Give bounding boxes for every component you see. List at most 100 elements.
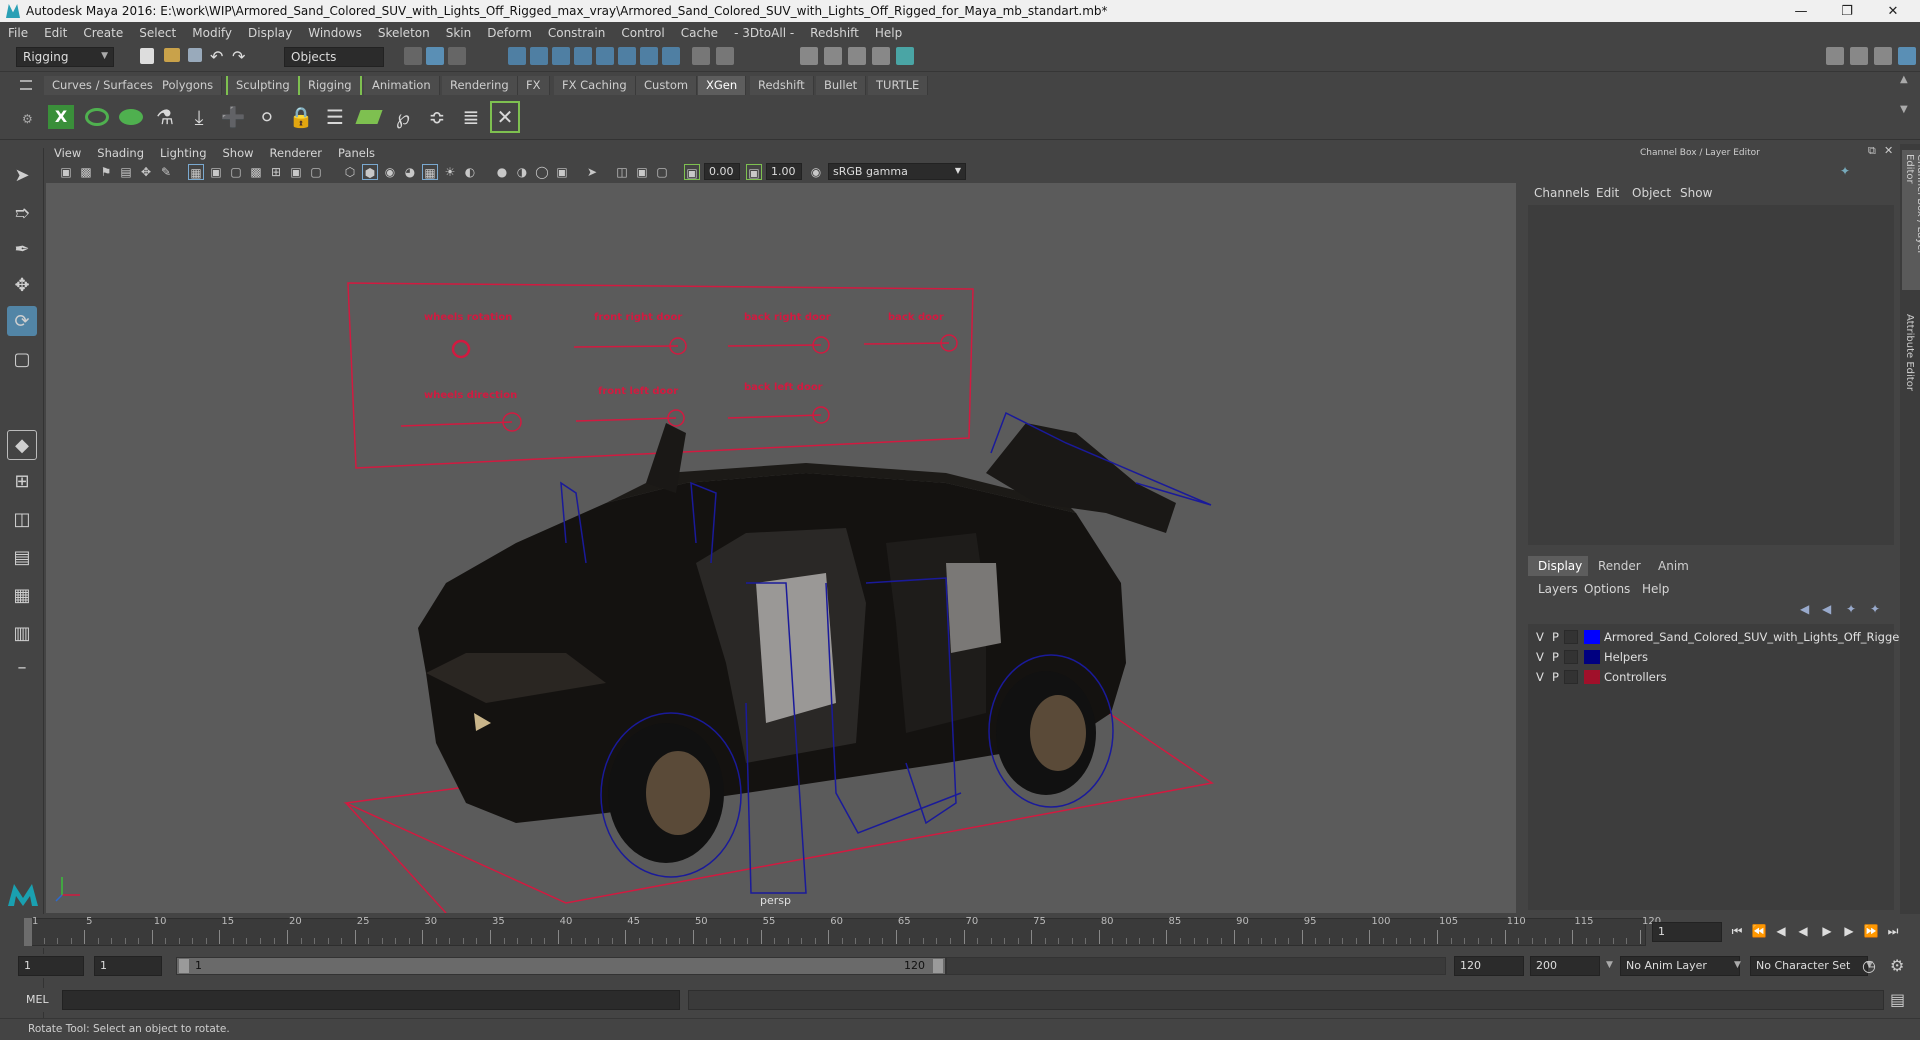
new-scene-icon[interactable] <box>140 48 154 64</box>
history-icon[interactable] <box>716 47 734 65</box>
layer-menu-help[interactable]: Help <box>1642 582 1669 596</box>
bookmark-icon[interactable]: ⚑ <box>98 164 114 180</box>
use-all-lights-icon[interactable]: ☀ <box>442 164 458 180</box>
script-editor-icon[interactable]: ▤ <box>1890 990 1905 1009</box>
exposure-icon[interactable]: ▣ <box>684 164 700 180</box>
step-forward-key-icon[interactable]: ⏩ <box>1862 922 1880 940</box>
xgen-place-guide-icon[interactable]: ➕ <box>218 101 248 133</box>
shelf-tab-rendering[interactable]: Rendering <box>442 76 518 95</box>
range-track[interactable] <box>946 957 1446 975</box>
xgen-lock-guide-icon[interactable]: 🔒 <box>286 101 316 133</box>
menu-control[interactable]: Control <box>613 26 672 40</box>
range-end-handle[interactable] <box>933 959 943 973</box>
shelf-tab-fx-caching[interactable]: FX Caching <box>554 76 636 95</box>
xray-joints-icon[interactable]: ▣ <box>634 164 650 180</box>
film-gate-icon[interactable]: ▣ <box>208 164 224 180</box>
layer-visibility-toggle[interactable]: V <box>1536 630 1544 644</box>
layer-color-swatch[interactable] <box>1584 650 1600 664</box>
channel-menu-object[interactable]: Object <box>1632 186 1671 200</box>
redo-icon[interactable]: ↷ <box>232 47 250 66</box>
xgen-groom-icon[interactable]: ℘ <box>388 101 418 133</box>
shelf-tab-sculpting[interactable]: Sculpting <box>226 76 299 95</box>
anim-layer-dropdown[interactable]: No Anim Layer <box>1620 956 1740 976</box>
channel-menu-channels[interactable]: Channels <box>1534 186 1590 200</box>
field-chart-icon[interactable]: ⊞ <box>268 164 284 180</box>
menu-windows[interactable]: Windows <box>300 26 370 40</box>
xray-components-icon[interactable]: ▢ <box>654 164 670 180</box>
playback-start-field[interactable]: 1 <box>94 956 162 976</box>
new-empty-layer-icon[interactable]: ✦ <box>1846 602 1856 616</box>
select-object-icon[interactable] <box>426 47 444 65</box>
step-back-key-icon[interactable]: ⏪ <box>1750 922 1768 940</box>
float-panel-icon[interactable]: ⧉ <box>1868 144 1876 158</box>
shelf-scroll-down-icon[interactable]: ▼ <box>1900 104 1908 115</box>
view-transform-dropdown[interactable]: sRGB gamma ▼ <box>828 163 966 180</box>
channel-menu-show[interactable]: Show <box>1680 186 1712 200</box>
menu-select[interactable]: Select <box>131 26 184 40</box>
panel-menu-view[interactable]: View <box>46 146 89 160</box>
restore-button[interactable]: ❐ <box>1824 0 1870 22</box>
layer-type-toggle[interactable] <box>1564 630 1578 644</box>
layer-visibility-toggle[interactable]: V <box>1536 670 1544 684</box>
minimize-button[interactable]: — <box>1778 0 1824 22</box>
resolution-gate-icon[interactable]: ▢ <box>228 164 244 180</box>
xgen-density-icon[interactable] <box>354 101 384 133</box>
gamma-field[interactable]: 1.00 <box>766 163 802 180</box>
menu-edit[interactable]: Edit <box>36 26 75 40</box>
safe-title-icon[interactable]: ▢ <box>308 164 324 180</box>
go-to-start-icon[interactable]: ⏮ <box>1728 922 1746 940</box>
auto-key-icon[interactable]: ◷ <box>1862 956 1876 975</box>
wireframe-on-shaded-icon[interactable]: ◕ <box>402 164 418 180</box>
gamma-icon[interactable]: ▣ <box>746 164 762 180</box>
shelf-tab-xgen[interactable]: XGen <box>698 76 747 95</box>
xgen-guides-icon[interactable]: ⚗ <box>150 101 180 133</box>
paint-select-tool-icon[interactable]: ✒ <box>7 234 37 264</box>
snap-surface-icon[interactable] <box>618 47 636 65</box>
panel-menu-panels[interactable]: Panels <box>330 146 383 160</box>
close-panel-icon[interactable]: ✕ <box>1884 144 1893 157</box>
shelf-options-icon[interactable]: ⚙ <box>22 112 33 126</box>
xray-icon[interactable]: ◫ <box>614 164 630 180</box>
layer-tab-anim[interactable]: Anim <box>1648 556 1699 576</box>
range-start-handle[interactable] <box>179 959 189 973</box>
select-tool-icon[interactable]: ➤ <box>7 160 37 190</box>
two-d-pan-icon[interactable]: ✥ <box>138 164 154 180</box>
layer-row[interactable]: V P Armored_Sand_Colored_SUV_with_Lights… <box>1528 628 1907 646</box>
color-management-icon[interactable]: ◉ <box>808 164 824 180</box>
shelf-scroll-up-icon[interactable]: ▲ <box>1900 74 1908 85</box>
grid-icon[interactable]: ▦ <box>188 164 204 180</box>
layer-row[interactable]: V P Helpers <box>1528 648 1894 666</box>
isolate-select-icon[interactable]: ➤ <box>584 164 600 180</box>
layout-icon[interactable] <box>1850 47 1868 65</box>
menu-display[interactable]: Display <box>240 26 300 40</box>
snap-point-icon[interactable] <box>552 47 570 65</box>
layer-menu-options[interactable]: Options <box>1584 582 1630 596</box>
multisample-aa-icon[interactable]: ◯ <box>534 164 550 180</box>
channel-menu-edit[interactable]: Edit <box>1596 186 1619 200</box>
current-frame-field[interactable]: 1 <box>1652 922 1722 942</box>
shelf-tab-turtle[interactable]: TURTLE <box>868 76 929 95</box>
selection-mode-selector[interactable]: Objects <box>284 47 384 67</box>
layer-tab-display[interactable]: Display <box>1528 556 1593 576</box>
menu-redshift[interactable]: Redshift <box>802 26 867 40</box>
layer-tab-render[interactable]: Render <box>1588 556 1651 576</box>
step-back-frame-icon[interactable]: ◀ <box>1772 922 1790 940</box>
range-bar[interactable]: 1 120 <box>176 957 946 975</box>
animation-start-field[interactable]: 1 <box>18 956 84 976</box>
xgen-primitives-icon[interactable] <box>116 101 146 133</box>
play-forwards-icon[interactable]: ▶ <box>1818 922 1836 940</box>
camera-select-icon[interactable]: ▣ <box>58 164 74 180</box>
xgen-comb-icon[interactable]: ☰ <box>320 101 350 133</box>
custom-layout-icon[interactable]: – <box>7 652 37 682</box>
xgen-preview-icon[interactable] <box>82 101 112 133</box>
wireframe-icon[interactable]: ⬡ <box>342 164 358 180</box>
animation-end-field[interactable]: 200 <box>1530 956 1600 976</box>
perspective-viewport[interactable] <box>46 183 1516 913</box>
select-component-icon[interactable] <box>448 47 466 65</box>
shelf-tab-custom[interactable]: Custom <box>636 76 698 95</box>
render-settings-icon[interactable] <box>848 47 866 65</box>
gate-mask-icon[interactable]: ▩ <box>248 164 264 180</box>
undo-icon[interactable]: ↶ <box>210 47 228 66</box>
menu-create[interactable]: Create <box>75 26 131 40</box>
shelf-menu-icon[interactable] <box>20 80 32 90</box>
